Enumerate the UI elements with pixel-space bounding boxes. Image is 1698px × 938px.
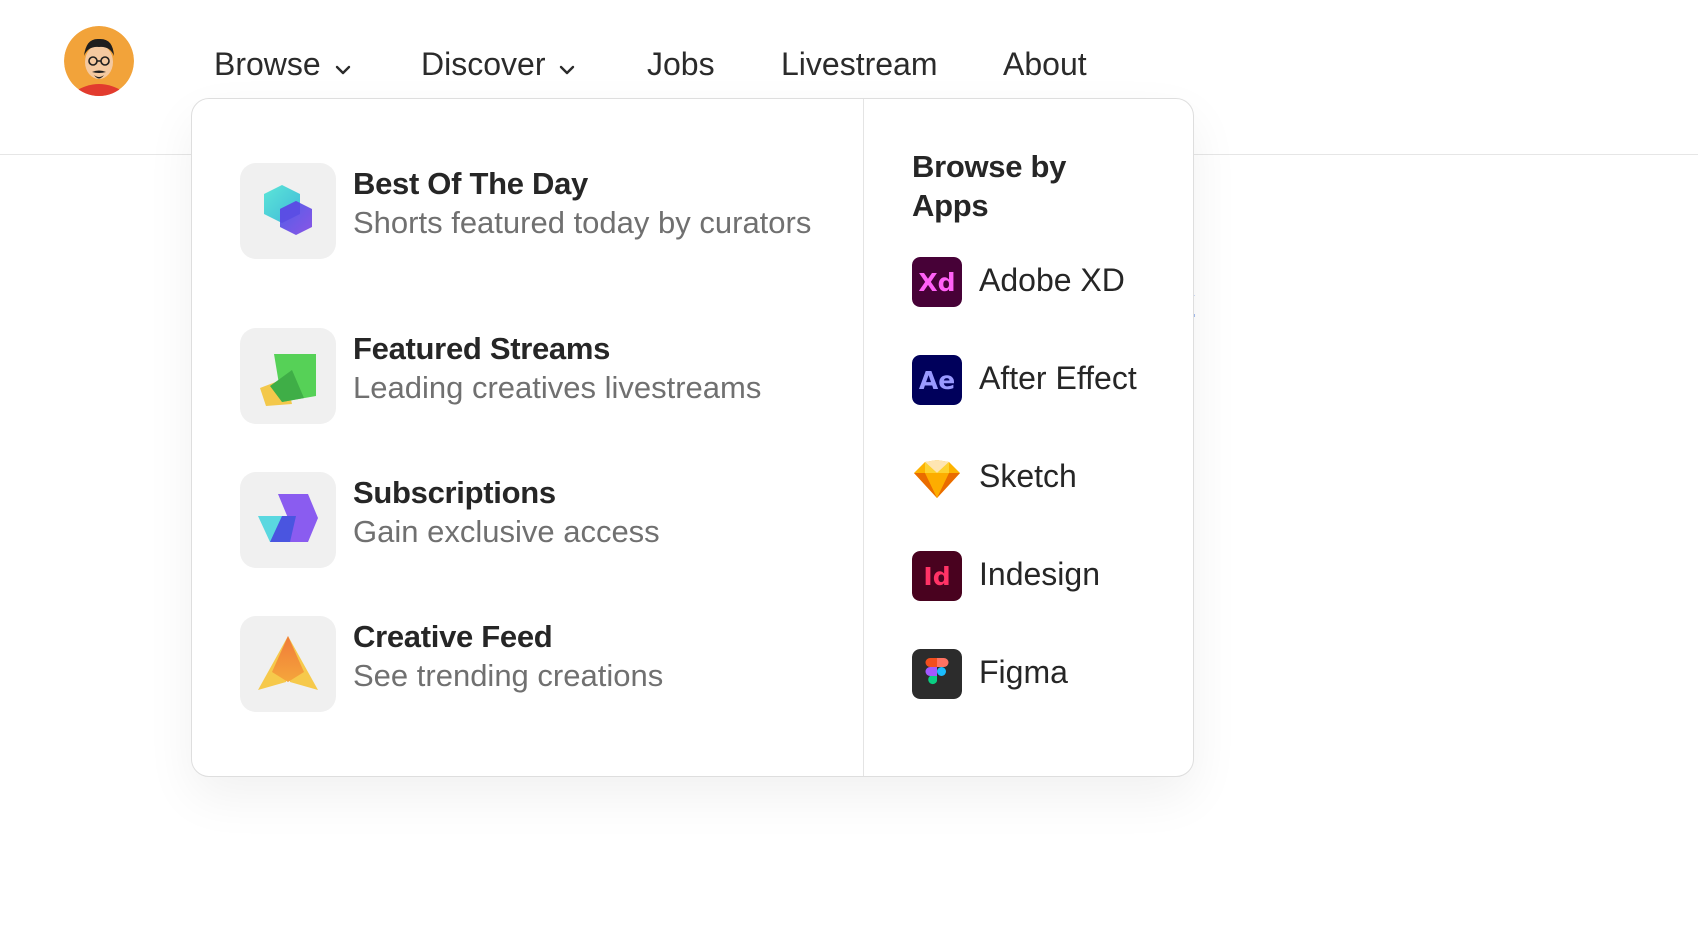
- apps-heading: Browse by Apps: [912, 149, 1067, 223]
- app-item-adobe-xd[interactable]: Xd Adobe XD: [912, 257, 1172, 309]
- menu-item-description: Leading creatives livestreams: [353, 370, 762, 405]
- user-avatar[interactable]: [64, 26, 134, 96]
- nav-browse-label: Browse: [214, 46, 321, 82]
- nav-about[interactable]: About: [1003, 44, 1087, 84]
- indesign-badge: Id: [923, 562, 950, 591]
- nav-browse[interactable]: Browse: [214, 44, 351, 87]
- nav-jobs-label: Jobs: [647, 46, 715, 82]
- menu-item-title: Featured Streams: [353, 331, 611, 366]
- app-label: Indesign: [979, 556, 1100, 592]
- subscriptions-icon: [240, 472, 336, 568]
- nav-discover[interactable]: Discover: [421, 44, 575, 87]
- menu-divider: [863, 99, 864, 776]
- after-effects-icon: Ae: [912, 355, 962, 405]
- nav-about-label: About: [1003, 46, 1087, 82]
- app-item-sketch[interactable]: Sketch: [912, 453, 1172, 505]
- app-label: Adobe XD: [979, 262, 1125, 298]
- menu-item-description: See trending creations: [353, 658, 664, 693]
- avatar-illustration: [64, 26, 134, 96]
- menu-item-description: Shorts featured today by curators: [353, 205, 812, 240]
- menu-item-title: Creative Feed: [353, 619, 553, 654]
- chevron-down-icon: [559, 44, 575, 84]
- app-label: Sketch: [979, 458, 1077, 494]
- browse-dropdown-menu: Best Of The Day Shorts featured today by…: [191, 98, 1194, 777]
- menu-item-title: Subscriptions: [353, 475, 556, 510]
- after-effects-badge: Ae: [919, 366, 955, 395]
- app-item-figma[interactable]: Figma: [912, 649, 1172, 701]
- menu-item-title: Best Of The Day: [353, 166, 588, 201]
- app-label: After Effect: [979, 360, 1137, 396]
- app-item-after-effect[interactable]: Ae After Effect: [912, 355, 1172, 407]
- nav-livestream-label: Livestream: [781, 46, 938, 82]
- nav-jobs[interactable]: Jobs: [647, 44, 715, 84]
- chevron-down-icon: [335, 44, 351, 84]
- app-item-indesign[interactable]: Id Indesign: [912, 551, 1172, 603]
- nav-discover-label: Discover: [421, 46, 546, 82]
- app-label: Figma: [979, 654, 1068, 690]
- indesign-icon: Id: [912, 551, 962, 601]
- adobe-xd-badge: Xd: [918, 268, 955, 297]
- menu-item-description: Gain exclusive access: [353, 514, 660, 549]
- stream-cards-icon: [240, 328, 336, 424]
- hexagon-cube-icon: [240, 163, 336, 259]
- triangle-feed-icon: [240, 616, 336, 712]
- nav-livestream[interactable]: Livestream: [781, 44, 938, 84]
- sketch-icon: [914, 460, 960, 498]
- adobe-xd-icon: Xd: [912, 257, 962, 307]
- figma-icon: [912, 649, 962, 699]
